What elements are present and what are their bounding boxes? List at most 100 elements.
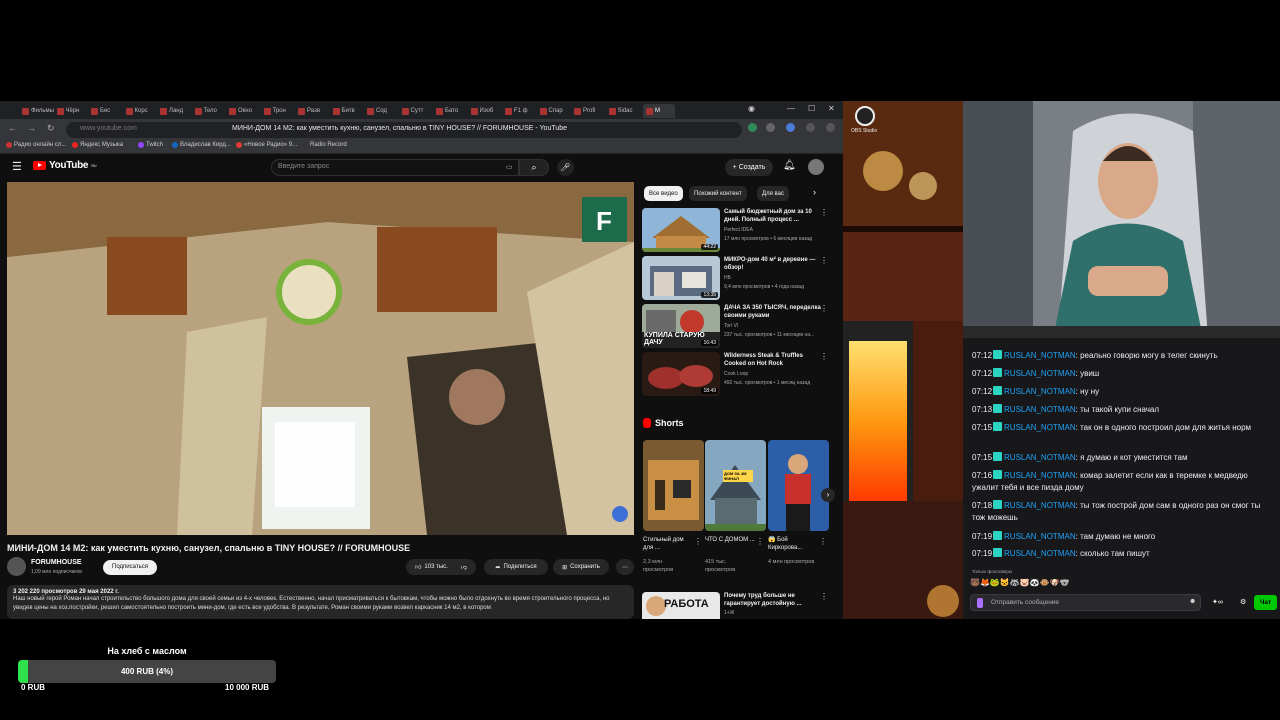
obs-label[interactable]: OBS Studio (851, 128, 877, 134)
bookmark-item[interactable]: Радио онлайн сл... (6, 142, 66, 148)
channel-points-icon[interactable]: ✦∞ (1212, 598, 1223, 606)
omnibox[interactable]: www.youtube.com МИНИ-ДОМ 14 М2: как умес… (66, 122, 742, 138)
more-actions-button[interactable]: ⋯ (616, 559, 634, 575)
browser-tab[interactable]: Тело (194, 104, 227, 118)
recommendation-views: 17 млн просмотров • 6 месяцев назад (724, 236, 813, 242)
thumbs-down-icon[interactable]: 👎︎ (461, 563, 467, 571)
more-vert-icon[interactable]: ⋮ (820, 304, 828, 313)
subscribe-button[interactable]: Подписаться (103, 560, 157, 575)
menu-icon[interactable] (826, 123, 835, 132)
more-vert-icon[interactable]: ⋮ (820, 256, 828, 265)
emote-bar[interactable]: 🐻🦊🐸🐱🦝🐷🐼🐵🐶🐨 (970, 578, 1070, 587)
search-input[interactable]: Введите запрос ▭ (271, 159, 519, 176)
more-vert-icon[interactable]: ⋮ (820, 208, 828, 217)
recommendation-item[interactable]: 44:22 Самый бюджетный дом за 10 дней. По… (642, 208, 832, 252)
browser-tab[interactable]: Сод (367, 104, 399, 118)
chat-username[interactable]: RUSLAN_NOTMAN (1004, 387, 1076, 396)
bookmark-item[interactable]: Владислав Кирд... (172, 142, 231, 148)
browser-tab[interactable]: М (643, 104, 675, 118)
browser-tab[interactable]: Sidac (608, 104, 641, 118)
minimize-button[interactable]: — (787, 104, 795, 113)
bookmark-item[interactable]: «Новое Радио» 9... (236, 142, 297, 148)
microphone-icon[interactable]: 🎤︎ (557, 159, 574, 176)
recommendation-item[interactable]: РАБОТА Почему труд больше не гарантирует… (642, 592, 832, 619)
profile-icon[interactable]: ◉ (748, 104, 755, 113)
browser-tab[interactable]: Изоб (470, 104, 503, 118)
browser-tab[interactable]: Трон (263, 104, 296, 118)
settings-icon[interactable]: ⚙ (1240, 598, 1246, 606)
chat-username[interactable]: RUSLAN_NOTMAN (1004, 471, 1076, 480)
chip-related[interactable]: Похожий контент (689, 186, 747, 201)
channel-avatar[interactable] (7, 557, 26, 576)
keyboard-icon[interactable]: ▭ (506, 163, 513, 171)
recommendation-item[interactable]: КУПИЛА СТАРУЮ ДАЧУ 16:43 ДАЧА ЗА 350 ТЫС… (642, 304, 832, 348)
like-button[interactable]: 👍︎ 103 тыс. 👎︎ (406, 559, 476, 575)
browser-tab[interactable]: Разв (298, 104, 330, 118)
browser-tab[interactable]: Ланд (160, 104, 192, 118)
extension-icon[interactable] (806, 123, 815, 132)
browser-tab[interactable]: Бато (436, 104, 468, 118)
browser-tab[interactable]: Окно (229, 104, 261, 118)
short-thumbnail[interactable] (643, 440, 704, 531)
chat-username[interactable]: RUSLAN_NOTMAN (1004, 405, 1076, 414)
extension-icon[interactable] (786, 123, 795, 132)
obs-icon[interactable] (855, 106, 875, 126)
chat-username[interactable]: RUSLAN_NOTMAN (1004, 501, 1076, 510)
browser-tab[interactable]: Битв (332, 104, 365, 118)
bookmark-item[interactable]: Яндекс Музыка (72, 142, 123, 148)
chip-for-you[interactable]: Для вас (757, 186, 789, 201)
bookmark-item[interactable]: Twitch (138, 142, 163, 148)
browser-tab[interactable]: Сутт (401, 104, 434, 118)
tab-favicon-icon (160, 107, 167, 115)
chevron-right-icon[interactable]: › (813, 187, 816, 197)
chat-username[interactable]: RUSLAN_NOTMAN (1004, 351, 1076, 360)
shorts-next-icon[interactable]: › (821, 488, 835, 502)
chat-username[interactable]: RUSLAN_NOTMAN (1004, 423, 1076, 432)
maximize-button[interactable]: ☐ (808, 104, 815, 113)
browser-tab[interactable]: Фильмы (22, 104, 54, 118)
bookmark-item[interactable]: Radio Record (302, 142, 347, 148)
back-icon[interactable]: ← (8, 123, 17, 133)
hamburger-menu-icon[interactable]: ☰ (12, 160, 22, 173)
tab-favicon-icon (298, 107, 305, 115)
more-vert-icon[interactable]: ⋮ (819, 537, 827, 546)
browser-tab[interactable]: F1 ф (505, 104, 537, 118)
browser-tab[interactable]: Корс (125, 104, 158, 118)
chat-username[interactable]: RUSLAN_NOTMAN (1004, 532, 1076, 541)
extension-icon[interactable] (748, 123, 757, 132)
search-button[interactable]: ⌕ (519, 159, 549, 176)
chat-username[interactable]: RUSLAN_NOTMAN (1004, 453, 1076, 462)
youtube-logo[interactable]: YouTube RU (33, 160, 97, 171)
save-button[interactable]: ⊞ Сохранить (553, 559, 609, 575)
more-vert-icon[interactable]: ⋮ (756, 537, 764, 546)
more-vert-icon[interactable]: ⋮ (820, 352, 828, 361)
forward-icon[interactable]: → (27, 123, 36, 133)
browser-tab[interactable]: Profi (574, 104, 606, 118)
browser-tab[interactable]: Бес (91, 104, 123, 118)
browser-tab[interactable]: Чёрн (56, 104, 89, 118)
video-description[interactable]: 3 202 220 просмотров 29 мая 2022 г. Наш … (7, 585, 634, 619)
chat-username[interactable]: RUSLAN_NOTMAN (1004, 549, 1076, 558)
recommendation-item[interactable]: 13:35 МИКРО-дом 40 м² в деревне — обзор!… (642, 256, 832, 300)
avatar[interactable] (808, 159, 824, 175)
chat-input[interactable]: Отправить сообщение ☻ (970, 594, 1201, 611)
video-player[interactable]: F (7, 182, 634, 535)
recommendation-item[interactable]: 18:49 Wilderness Steak & Truffles Cooked… (642, 352, 832, 396)
emote-picker-icon[interactable]: ☻ (1189, 598, 1196, 605)
bell-icon[interactable]: 🔔︎ (783, 160, 796, 171)
create-button[interactable]: + Создать (725, 159, 773, 176)
chat-send-button[interactable]: Чат (1254, 595, 1277, 610)
short-thumbnail[interactable] (768, 440, 829, 531)
more-vert-icon[interactable]: ⋮ (694, 537, 702, 546)
channel-name[interactable]: FORUMHOUSE (31, 559, 82, 566)
close-window-button[interactable]: ✕ (828, 104, 835, 113)
extension-icon[interactable] (766, 123, 775, 132)
share-button[interactable]: ➦ Поделиться (484, 559, 548, 575)
browser-tab[interactable]: Спар (539, 104, 572, 118)
more-vert-icon[interactable]: ⋮ (820, 592, 828, 601)
chat-username[interactable]: RUSLAN_NOTMAN (1004, 369, 1076, 378)
bits-icon[interactable] (977, 598, 983, 608)
reload-icon[interactable]: ↻ (47, 123, 55, 134)
short-thumbnail[interactable]: ДОМ ЗА 4М ФИНАЛ (705, 440, 766, 531)
chip-all-videos[interactable]: Все видео (644, 186, 683, 201)
